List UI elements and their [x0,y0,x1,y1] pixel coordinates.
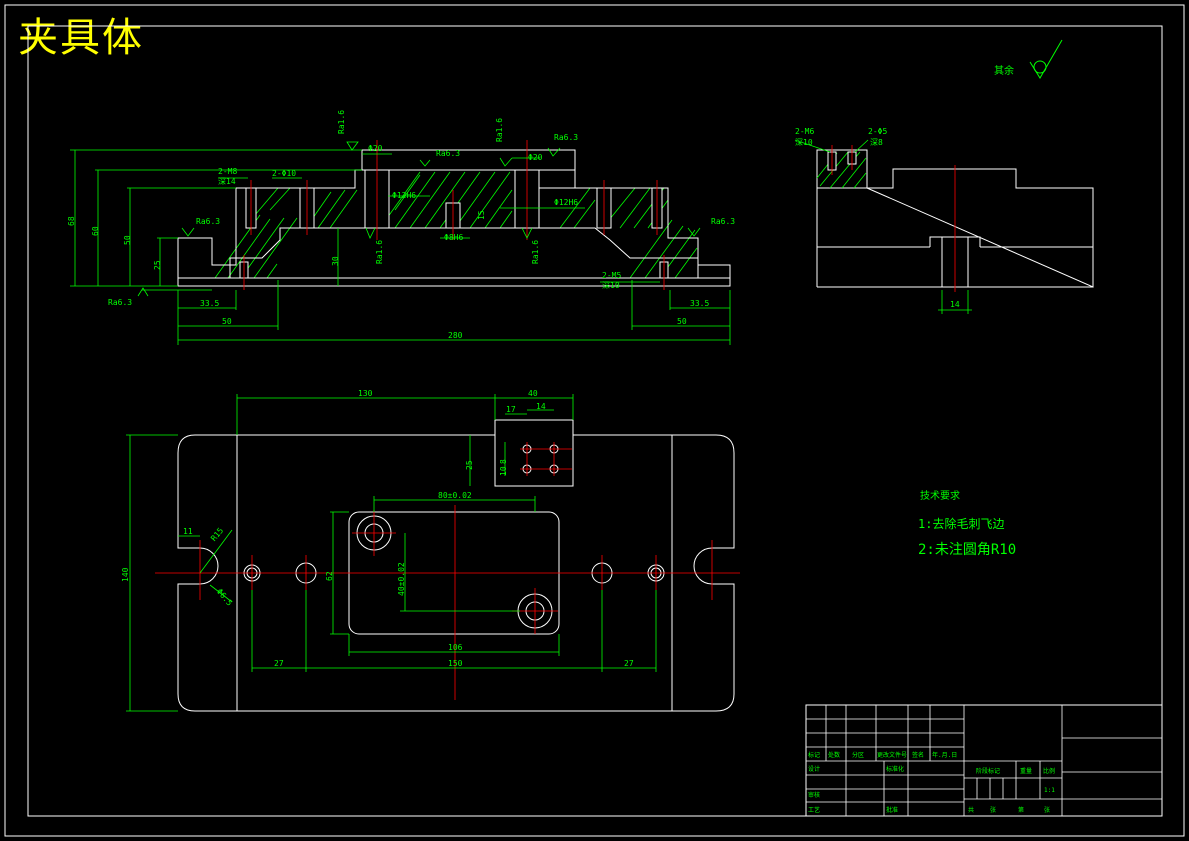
dim-w17: 17 [506,405,516,414]
dim-side-w14: 14 [950,300,960,309]
roughness-ra1-6-b: Ra1.6 [495,118,504,142]
dim-d20-left: Φ20 [368,144,383,153]
dim-d12h6-b: Φ12H6 [554,198,578,207]
hatch-area-center [280,170,595,228]
roughness-ra1-6-c: Ra1.6 [375,240,384,264]
dim-h30: 30 [331,256,340,266]
top-view-holes [243,444,665,629]
dim-h15: 15 [477,210,486,220]
tb-scale-label: 比例 [1043,767,1055,775]
dim-w11: 11 [183,527,193,536]
tb-process: 工艺 [808,806,820,814]
tb-col-date: 年.月.日 [932,751,957,759]
dim-h8: 8 [499,459,508,464]
surface-finish-general: 其余 [994,39,1063,79]
roughness-ra6-3-left: Ra6.3 [196,217,220,226]
dim-w130: 130 [358,389,373,398]
top-view-dimension-lines [126,394,657,712]
dim-h62: 62 [325,571,334,581]
dim-d8h6: Φ8H6 [444,233,463,242]
tb-review: 审核 [808,791,820,799]
roughness-ra6-3-center: Ra6.3 [436,149,460,158]
dim-d5: 2-Φ5 [868,127,887,136]
tb-standardize: 标准化 [886,765,904,773]
dim-w50-left: 50 [222,317,232,326]
dim-d5-depth: 深8 [870,138,883,147]
surface-finish-label: 其余 [994,64,1014,77]
dim-m5-depth: 深10 [602,281,620,290]
dim-w27-right: 27 [624,659,634,668]
dim-h50: 50 [123,235,132,245]
tech-req-item-2: 2:未注圆角R10 [918,542,1016,558]
dim-m8-depth: 深14 [218,177,236,186]
dim-h60: 60 [91,226,100,236]
dim-w33-5-left: 33.5 [200,299,219,308]
dim-h10: 10 [499,466,508,476]
front-view-dimension-lines [70,149,731,345]
tb-col-mark: 标记 [808,751,820,759]
side-view-hatch [816,151,867,189]
dim-h140: 140 [121,567,130,582]
side-view: 2-M6 深10 2-Φ5 深8 14 [794,127,1094,314]
tb-col-zone: 分区 [852,751,864,759]
dim-w27-left: 27 [274,659,284,668]
tb-weight: 重量 [1020,767,1032,775]
title-block-grid [806,705,1162,816]
roughness-ra1-6-a: Ra1.6 [337,110,346,134]
tb-stage-mark: 阶段标记 [976,767,1000,775]
dim-r15: R15 [209,526,225,543]
tb-col-sign: 签名 [912,751,924,759]
technical-requirements: 技术要求 1:去除毛刺飞边 2:未注圆角R10 [918,489,1016,558]
front-view: Ra1.6 Ra6.3 Ra1.6 Ra6.3 Ra6.3 Ra6.3 Ra1.… [67,110,735,345]
dim-d10: 2-Φ10 [272,169,296,178]
dim-w40: 40 [528,389,538,398]
tb-sheet-unit2: 张 [1044,806,1050,814]
dim-w33-5-right: 33.5 [690,299,709,308]
dim-d12h6: Φ12H6 [392,191,416,200]
tb-sheet-no: 第 [1018,806,1024,814]
tb-col-change-doc: 更改文件号 [877,751,907,759]
dim-w150: 150 [448,659,463,668]
tech-req-item-1: 1:去除毛刺飞边 [918,516,1004,531]
surface-finish-check-icon [1029,39,1063,79]
dim-top-h25: 25 [465,460,474,470]
inner-border [27,25,1163,817]
dim-m6-depth: 深10 [795,138,813,147]
dim-d6-5: Φ6.5 [215,587,234,608]
tb-design: 设计 [808,765,820,773]
dim-w80: 80±0.02 [438,491,472,500]
dim-m5: 2-M5 [602,271,621,280]
dim-w106: 106 [448,643,463,652]
roughness-ra6-3-top: Ra6.3 [554,133,578,142]
dim-h68: 68 [67,216,76,226]
dim-h25: 25 [153,260,162,270]
side-view-dimension-lines [794,139,972,314]
front-view-text: Ra1.6 Ra6.3 Ra1.6 Ra6.3 Ra6.3 Ra6.3 Ra1.… [67,110,735,340]
roughness-ra6-3-right: Ra6.3 [711,217,735,226]
roughness-ra6-3-bottom: Ra6.3 [108,298,132,307]
tb-sheets-total: 共 [968,806,974,814]
title-block: 标记 处数 分区 更改文件号 签名 年.月.日 设计 标准化 审核 工艺 批准 … [805,704,1163,817]
engineering-drawing: 其余 Ra1.6 Ra6.3 Ra1.6 Ra6.3 Ra6.3 Ra6.3 R… [4,4,1185,837]
dim-w14: 14 [536,402,546,411]
tb-approve: 批准 [886,806,898,814]
roughness-ra1-6-d: Ra1.6 [531,240,540,264]
dim-h40: 40±0.02 [397,562,406,596]
dim-w50-right: 50 [677,317,687,326]
tb-col-count: 处数 [828,751,840,759]
surface-finish-circle-icon [1033,60,1047,74]
dim-m8: 2-M8 [218,167,237,176]
dim-w280: 280 [448,331,463,340]
dim-d20-right: Φ20 [528,153,543,162]
dim-m6: 2-M6 [795,127,814,136]
tb-sheet-unit: 张 [990,806,996,814]
tb-scale: 1:1 [1044,787,1055,794]
top-view: 130 40 17 14 8 10 25 80±0.02 40±0.02 62 … [121,389,740,712]
tech-req-heading: 技术要求 [920,489,960,502]
